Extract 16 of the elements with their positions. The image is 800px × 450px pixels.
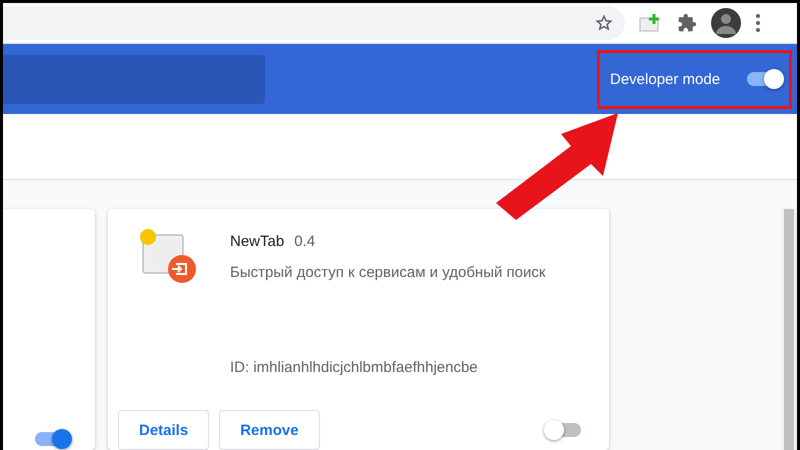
- details-button[interactable]: Details: [118, 410, 210, 450]
- enable-toggle[interactable]: [545, 423, 581, 437]
- extension-description: Быстрый доступ к сервисам и удобный поиск: [230, 264, 546, 281]
- avatar-icon[interactable]: [711, 8, 741, 38]
- extension-name: NewTab: [230, 233, 284, 250]
- remove-button[interactable]: Remove: [219, 410, 320, 450]
- enable-toggle[interactable]: [35, 432, 71, 446]
- extension-version: 0.4: [294, 233, 316, 250]
- developer-mode-label: Developer mode: [610, 70, 720, 88]
- puzzle-icon[interactable]: [677, 13, 697, 34]
- scrollbar[interactable]: [781, 209, 797, 450]
- menu-icon[interactable]: [755, 13, 761, 34]
- extension-id: ID: imhlianhlhdicjchlbmbfaefhhjencbe: [230, 359, 479, 376]
- search-field[interactable]: [3, 54, 265, 104]
- star-icon[interactable]: [595, 14, 613, 32]
- developer-mode-toggle[interactable]: [747, 72, 783, 86]
